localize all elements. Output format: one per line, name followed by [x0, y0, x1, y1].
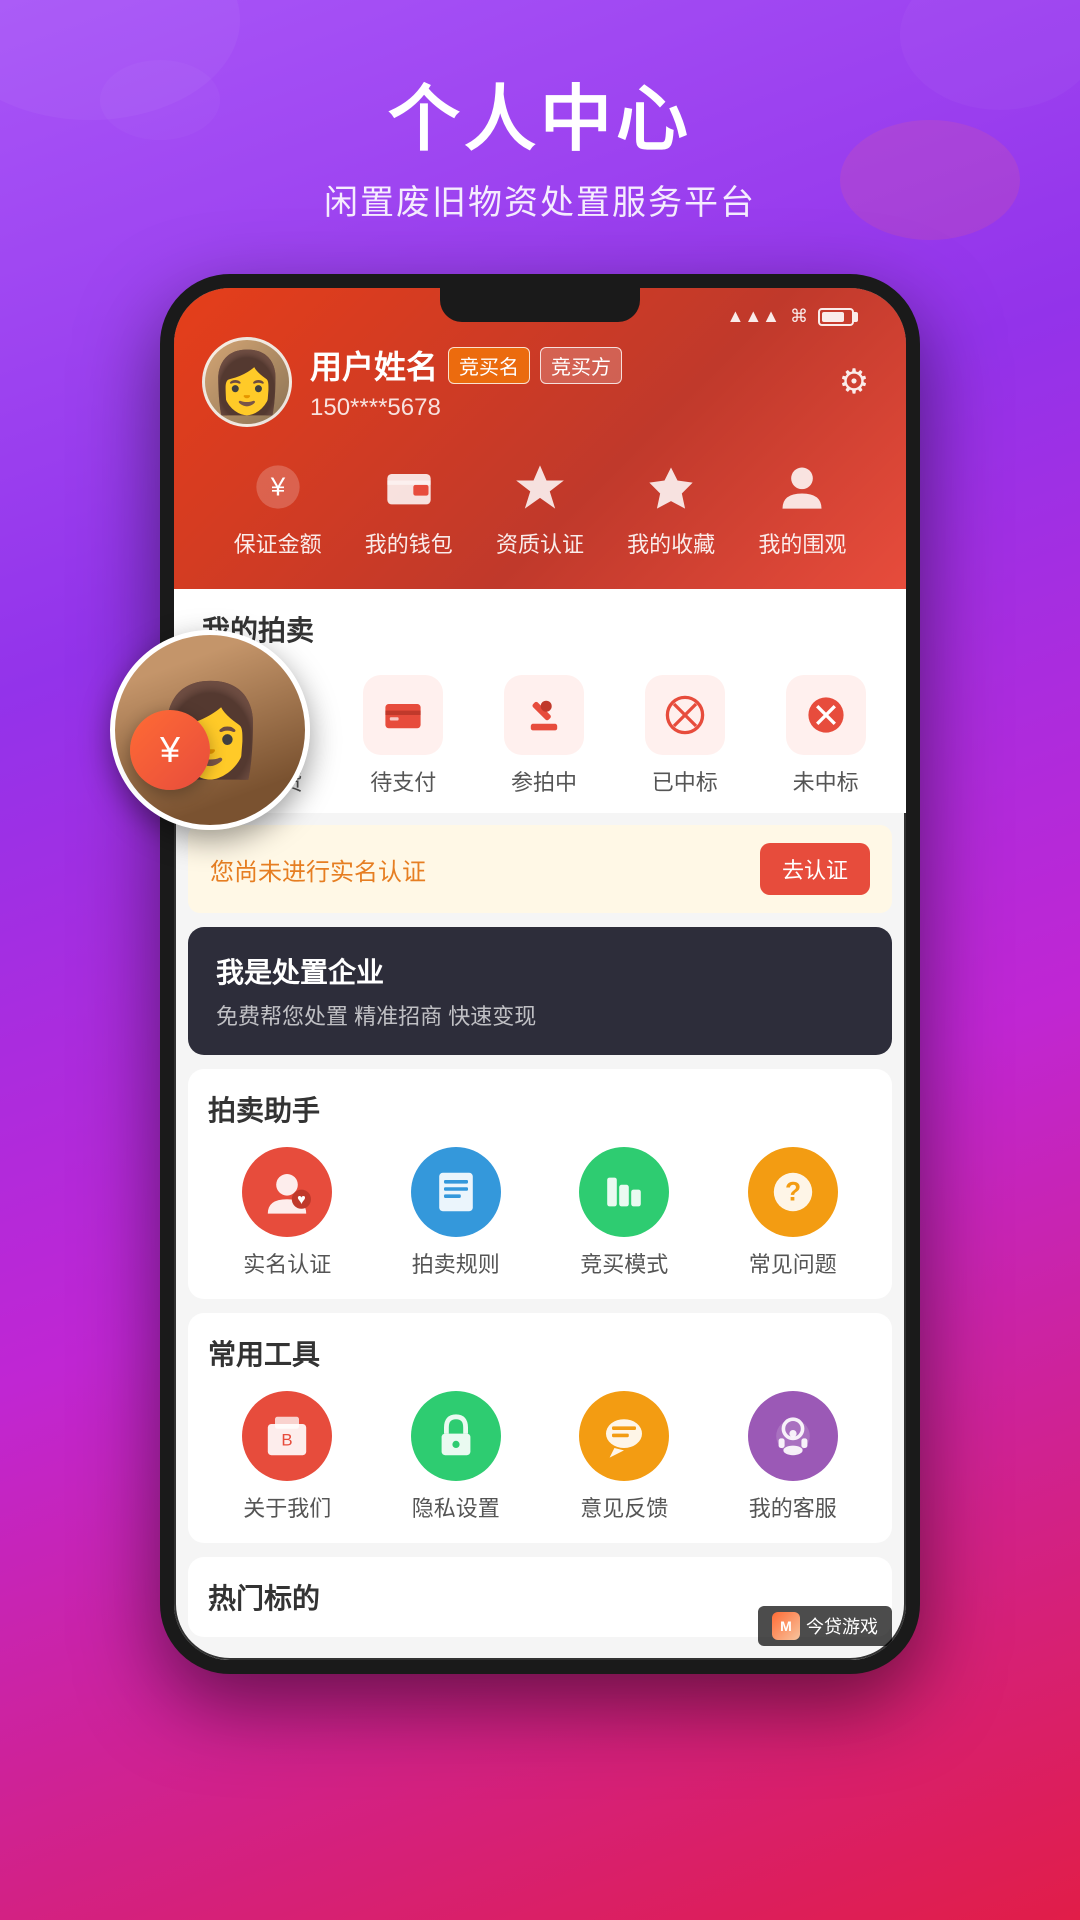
watermark-text: 今贷游戏 — [806, 1613, 878, 1639]
service-icon — [748, 1391, 838, 1481]
auction-bidding[interactable]: 参拍中 — [504, 675, 584, 797]
feedback-icon — [579, 1391, 669, 1481]
deposit-label: 保证金额 — [234, 527, 322, 559]
badge-buyer-role: 竞买方 — [540, 347, 622, 384]
mode-label: 竞买模式 — [580, 1247, 668, 1279]
faq-icon: ? — [748, 1147, 838, 1237]
auction-lost-label: 未中标 — [793, 765, 859, 797]
helper-faq[interactable]: ? 常见问题 — [714, 1147, 873, 1279]
deposit-icon: ¥ — [246, 455, 310, 519]
svg-text:♥: ♥ — [297, 1192, 306, 1208]
favorites-icon — [639, 455, 703, 519]
user-info: 用户姓名 竞买名 竞买方 150****5678 — [310, 342, 812, 422]
realname-label: 实名认证 — [243, 1247, 331, 1279]
watermark: M 今贷游戏 — [758, 1606, 892, 1646]
realname-icon: ♥ — [242, 1147, 332, 1237]
auction-helper-section: 拍卖助手 ♥ 实名认证 — [188, 1069, 892, 1299]
rules-label: 拍卖规则 — [412, 1247, 500, 1279]
observe-icon — [770, 455, 834, 519]
qualification-label: 资质认证 — [496, 527, 584, 559]
tools-grid: B 关于我们 隐私设置 — [208, 1391, 872, 1523]
mode-icon — [579, 1147, 669, 1237]
tools-section-title: 常用工具 — [208, 1333, 872, 1373]
quick-item-qualification[interactable]: 资质认证 — [496, 455, 584, 559]
svg-text:?: ? — [785, 1176, 801, 1206]
faq-label: 常见问题 — [749, 1247, 837, 1279]
privacy-icon — [411, 1391, 501, 1481]
signal-icon: ▲▲▲ — [727, 306, 780, 327]
auction-won-label: 已中标 — [652, 765, 718, 797]
common-tools-section: 常用工具 B 关于我们 — [188, 1313, 892, 1543]
avatar[interactable]: 👩 — [202, 337, 292, 427]
about-icon: B — [242, 1391, 332, 1481]
feedback-label: 意见反馈 — [580, 1491, 668, 1523]
quick-item-favorites[interactable]: 我的收藏 — [627, 455, 715, 559]
user-name: 用户姓名 — [310, 342, 438, 388]
phone-notch — [440, 288, 640, 322]
battery-icon — [818, 308, 854, 326]
app-header: ▲▲▲ ⌘ 👩 用户姓名 竞买名 竞买方 — [174, 288, 906, 589]
settings-icon[interactable]: ⚙ — [830, 358, 878, 406]
privacy-label: 隐私设置 — [412, 1491, 500, 1523]
wifi-icon: ⌘ — [790, 306, 808, 327]
watermark-icon: M — [772, 1612, 800, 1640]
page-title: 个人中心 — [0, 60, 1080, 165]
quick-menu: ¥ 保证金额 我的钱包 — [202, 455, 878, 559]
qualification-icon — [508, 455, 572, 519]
auction-pending[interactable]: 待支付 — [363, 675, 443, 797]
page-subtitle: 闲置废旧物资处置服务平台 — [0, 175, 1080, 224]
observe-label: 我的围观 — [758, 527, 846, 559]
page-header: 个人中心 闲置废旧物资处置服务平台 — [0, 0, 1080, 244]
svg-text:¥: ¥ — [269, 472, 285, 502]
notice-banner: 您尚未进行实名认证 去认证 — [188, 825, 892, 913]
helper-mode[interactable]: 竞买模式 — [545, 1147, 704, 1279]
quick-item-observe[interactable]: 我的围观 — [758, 455, 846, 559]
auction-won[interactable]: 已中标 — [645, 675, 725, 797]
auction-pending-label: 待支付 — [370, 765, 436, 797]
svg-text:B: B — [282, 1431, 293, 1450]
enterprise-title: 我是处置企业 — [216, 951, 864, 991]
user-info-row: 👩 用户姓名 竞买名 竞买方 150****5678 ⚙ — [202, 337, 878, 427]
floating-deposit-icon: ¥ — [130, 710, 210, 790]
tool-privacy[interactable]: 隐私设置 — [377, 1391, 536, 1523]
tool-about[interactable]: B 关于我们 — [208, 1391, 367, 1523]
rules-icon — [411, 1147, 501, 1237]
quick-item-deposit[interactable]: ¥ 保证金额 — [234, 455, 322, 559]
notice-text: 您尚未进行实名认证 — [210, 852, 426, 887]
about-label: 关于我们 — [243, 1491, 331, 1523]
go-verify-button[interactable]: 去认证 — [760, 843, 870, 895]
tool-service[interactable]: 我的客服 — [714, 1391, 873, 1523]
wallet-icon — [377, 455, 441, 519]
tool-feedback[interactable]: 意见反馈 — [545, 1391, 704, 1523]
helper-grid: ♥ 实名认证 拍卖规则 — [208, 1147, 872, 1279]
enterprise-card[interactable]: 我是处置企业 免费帮您处置 精准招商 快速变现 — [188, 927, 892, 1055]
enterprise-subtitle: 免费帮您处置 精准招商 快速变现 — [216, 999, 864, 1031]
helper-section-title: 拍卖助手 — [208, 1089, 872, 1129]
auction-lost[interactable]: 未中标 — [786, 675, 866, 797]
phone-frame: ▲▲▲ ⌘ 👩 用户姓名 竞买名 竞买方 — [160, 274, 920, 1674]
user-phone: 150****5678 — [310, 394, 812, 422]
wallet-label: 我的钱包 — [365, 527, 453, 559]
auction-bidding-label: 参拍中 — [511, 765, 577, 797]
phone-mockup: ▲▲▲ ⌘ 👩 用户姓名 竞买名 竞买方 — [0, 274, 1080, 1674]
favorites-label: 我的收藏 — [627, 527, 715, 559]
service-label: 我的客服 — [749, 1491, 837, 1523]
helper-rules[interactable]: 拍卖规则 — [377, 1147, 536, 1279]
helper-realname[interactable]: ♥ 实名认证 — [208, 1147, 367, 1279]
badge-auction-name: 竞买名 — [448, 347, 530, 384]
quick-item-wallet[interactable]: 我的钱包 — [365, 455, 453, 559]
